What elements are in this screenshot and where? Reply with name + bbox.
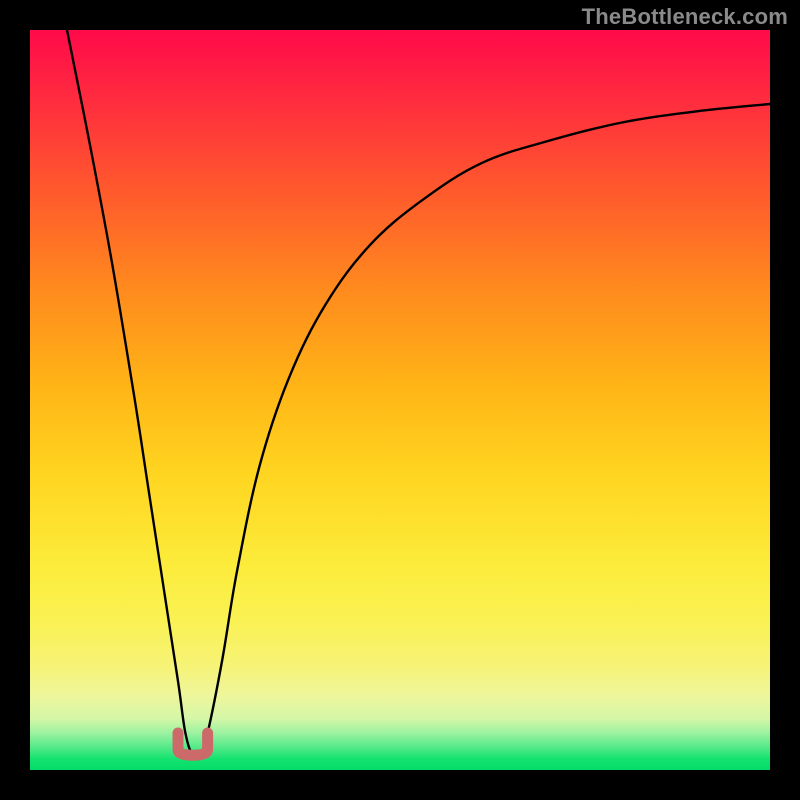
bottleneck-curve (30, 30, 770, 770)
chart-frame: TheBottleneck.com (0, 0, 800, 800)
curve-path (67, 30, 770, 758)
plot-area (30, 30, 770, 770)
watermark-text: TheBottleneck.com (582, 4, 788, 30)
optimal-marker (178, 733, 208, 755)
